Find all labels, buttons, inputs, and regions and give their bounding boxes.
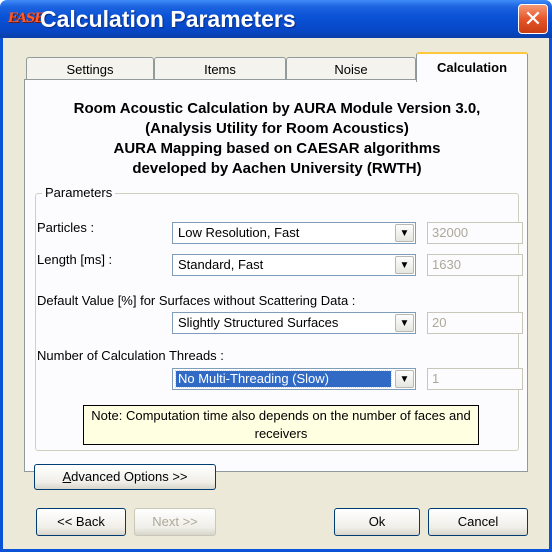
particles-select[interactable]: Low Resolution, Fast ▼ (172, 222, 416, 244)
heading-line-4: developed by Aachen University (RWTH) (132, 160, 422, 177)
heading-line-1: Room Acoustic Calculation by AURA Module… (73, 100, 481, 117)
window-title: Calculation Parameters (40, 6, 296, 32)
length-label: Length [ms] : (37, 252, 113, 267)
computation-note: Note: Computation time also depends on t… (83, 405, 479, 445)
particles-select-value: Low Resolution, Fast (178, 225, 300, 240)
default-value-label: Default Value [%] for Surfaces without S… (37, 293, 356, 308)
advanced-options-accelerator: A (62, 469, 72, 484)
default-value-select-value: Slightly Structured Surfaces (178, 315, 339, 330)
ok-button[interactable]: Ok (334, 508, 420, 536)
chevron-down-icon[interactable]: ▼ (395, 314, 414, 332)
advanced-options-button[interactable]: Advanced Options >> (34, 464, 216, 490)
length-select-value: Standard, Fast (178, 257, 264, 272)
note-line-1: Note: Computation time also depends on t… (91, 408, 471, 423)
parameters-group-label: Parameters (42, 185, 116, 200)
length-value-field: 1630 (427, 254, 523, 276)
close-button[interactable]: ✕ (518, 4, 548, 34)
chevron-down-icon[interactable]: ▼ (395, 370, 414, 388)
app-logo-icon: EASE (8, 11, 44, 26)
next-button[interactable]: Next >> (134, 508, 216, 536)
title-bar[interactable]: EASE Calculation Parameters ✕ (0, 0, 552, 38)
threads-select-value: No Multi-Threading (Slow) (175, 370, 392, 388)
tab-calculation[interactable]: Calculation (416, 52, 528, 82)
default-value-select[interactable]: Slightly Structured Surfaces ▼ (172, 312, 416, 334)
chevron-down-icon[interactable]: ▼ (395, 224, 414, 242)
chevron-down-icon[interactable]: ▼ (395, 256, 414, 274)
default-value-field[interactable]: 20 (427, 312, 523, 334)
threads-value-field: 1 (427, 368, 523, 390)
threads-select[interactable]: No Multi-Threading (Slow) ▼ (172, 368, 416, 390)
heading-line-2: (Analysis Utility for Room Acoustics) (145, 120, 409, 137)
heading-line-3: AURA Mapping based on CAESAR algorithms (113, 140, 441, 157)
particles-value-field: 32000 (427, 222, 523, 244)
cancel-button[interactable]: Cancel (428, 508, 528, 536)
particles-label: Particles : (37, 220, 95, 235)
calculation-panel: Room Acoustic Calculation by AURA Module… (24, 79, 528, 472)
advanced-options-label: dvanced Options >> (71, 469, 188, 484)
length-select[interactable]: Standard, Fast ▼ (172, 254, 416, 276)
note-line-2: receivers (254, 426, 308, 441)
back-button[interactable]: << Back (36, 508, 126, 536)
threads-label: Number of Calculation Threads : (37, 348, 224, 363)
close-icon: ✕ (523, 6, 543, 31)
